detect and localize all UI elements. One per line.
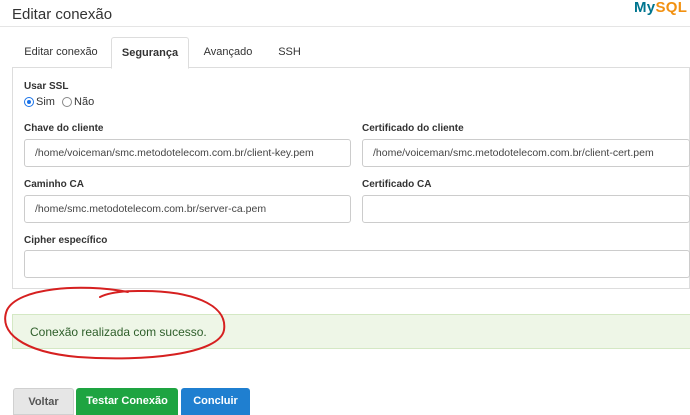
ssl-radio-nao[interactable] xyxy=(62,97,73,107)
page-header: Editar conexão MySQL xyxy=(0,0,690,27)
cipher-label: Cipher específico xyxy=(24,235,108,246)
ca-cert-label: Certificado CA xyxy=(362,179,432,190)
success-alert: Conexão realizada com sucesso. xyxy=(12,314,690,349)
success-alert-message: Conexão realizada com sucesso. xyxy=(30,325,207,339)
client-key-label: Chave do cliente xyxy=(24,123,104,134)
ca-path-input[interactable]: /home/smc.metodotelecom.com.br/server-ca… xyxy=(24,195,351,223)
ssl-option-nao[interactable]: Não xyxy=(62,96,94,108)
ssl-label: Usar SSL xyxy=(24,81,69,92)
ssl-option-nao-label: Não xyxy=(74,96,95,108)
finish-button[interactable]: Concluir xyxy=(181,388,250,415)
client-cert-input[interactable]: /home/voiceman/smc.metodotelecom.com.br/… xyxy=(362,139,690,167)
tab-seguranca[interactable]: Segurança xyxy=(111,37,189,69)
tab-editar-conexao[interactable]: Editar conexão xyxy=(12,37,110,68)
cipher-input[interactable] xyxy=(24,250,690,278)
ssl-option-sim[interactable]: Sim xyxy=(24,96,55,108)
client-key-input[interactable]: /home/voiceman/smc.metodotelecom.com.br/… xyxy=(24,139,351,167)
ssl-radio-group: Sim Não xyxy=(24,96,98,110)
test-connection-button[interactable]: Testar Conexão xyxy=(76,388,178,415)
ca-path-label: Caminho CA xyxy=(24,179,84,190)
back-button[interactable]: Voltar xyxy=(13,388,74,415)
page-title: Editar conexão xyxy=(12,6,113,23)
mysql-logo: MySQL xyxy=(634,0,688,16)
ssl-option-sim-label: Sim xyxy=(36,96,55,108)
client-cert-label: Certificado do cliente xyxy=(362,123,464,134)
tab-ssh[interactable]: SSH xyxy=(267,37,312,68)
tab-bar: Editar conexão Segurança Avançado SSH xyxy=(12,37,690,69)
ssl-radio-sim[interactable] xyxy=(24,97,34,107)
tab-avancado[interactable]: Avançado xyxy=(190,37,266,68)
ca-cert-input[interactable] xyxy=(362,195,690,223)
